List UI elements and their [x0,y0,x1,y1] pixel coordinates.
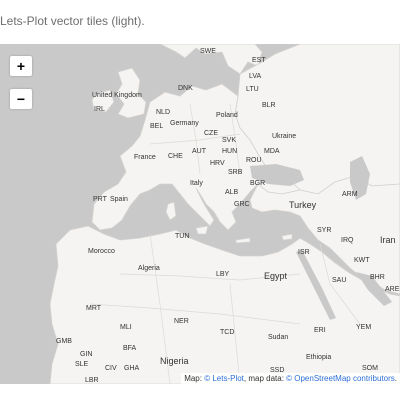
map-label: GIN [80,351,92,358]
map-label: MLI [120,324,132,331]
map-label: Poland [216,112,238,119]
map-label: SLE [75,361,89,368]
map-label: Egypt [264,271,288,281]
map-label: Sudan [268,334,288,341]
zoom-out-button[interactable]: − [10,89,32,109]
map-label: Germany [170,120,199,127]
zoom-in-button[interactable]: + [10,56,32,76]
map-label: NER [174,318,189,325]
map-attribution: Map: © Lets-Plot, map data: © OpenStreet… [181,373,400,384]
map-label: Ethiopia [306,354,331,361]
map-label: IRL [94,106,105,113]
map-label: Ukraine [272,133,296,140]
map-label: BLR [262,102,276,109]
map-label: TCD [220,329,234,336]
map-label: MDA [264,148,280,155]
map-label: BGR [250,180,265,187]
map-label: TUN [175,233,189,240]
map-label: ALB [225,189,239,196]
map-label: SRB [228,169,243,176]
map-label: LBY [216,271,230,278]
map-label: LVA [249,73,262,80]
land-crete [235,237,251,244]
map-label: LBR [85,377,99,384]
map-label: AUT [192,148,207,155]
map-label: CZE [204,130,218,137]
map-label: EST [252,57,266,64]
map-label: United Kingdom [92,92,142,99]
map-label: HRV [210,160,225,167]
map-label: SOM [362,365,378,372]
map-label: ISR [298,249,310,256]
openstreetmap-link[interactable]: © OpenStreetMap contributors [286,374,395,383]
map-viewport[interactable]: SWE EST LVA DNK LTU United Kingdom IRL B… [0,44,400,384]
land-sicily [195,225,209,235]
map-label: BEL [150,123,163,130]
attribution-prefix: Map: [184,374,205,383]
map-label: DNK [178,85,193,92]
map-label: SAU [332,277,346,284]
map-label: CHE [168,153,183,160]
map-label: KWT [354,257,370,264]
map-label: BFA [123,345,137,352]
map-label: PRT [93,196,108,203]
map-label: ARE [385,286,400,293]
map-label: ROU [246,157,262,164]
map-label: MRT [86,305,102,312]
map-canvas[interactable]: SWE EST LVA DNK LTU United Kingdom IRL B… [0,44,400,384]
map-label: SYR [317,227,331,234]
attribution-suffix: . [394,374,397,383]
map-label: LTU [246,86,259,93]
map-label: GMB [56,338,72,345]
map-label: Italy [190,180,203,187]
map-label: GHA [124,365,140,372]
map-label: Morocco [88,248,115,255]
map-label: Turkey [289,200,317,210]
map-label: ERI [314,327,326,334]
map-label: BHR [370,274,385,281]
land-cyprus [281,233,293,241]
map-label: SWE [200,48,216,55]
map-label: France [134,154,156,161]
map-label: HUN [222,148,237,155]
map-label: GRC [234,201,250,208]
page-title: Lets-Plot vector tiles (light). [0,14,145,28]
map-label: CIV [105,365,117,372]
map-label: NLD [156,109,170,116]
map-label: Nigeria [160,356,189,366]
map-label: Spain [110,196,128,203]
map-label: Iran [380,235,396,245]
map-label: ARM [342,191,358,198]
land-sardinia [165,201,177,221]
lets-plot-link[interactable]: © Lets-Plot [204,374,244,383]
attribution-middle: , map data: [243,374,287,383]
map-label: YEM [356,324,371,331]
map-label: IRQ [341,237,354,244]
map-label: Algeria [138,265,160,272]
map-label: SVK [222,137,236,144]
